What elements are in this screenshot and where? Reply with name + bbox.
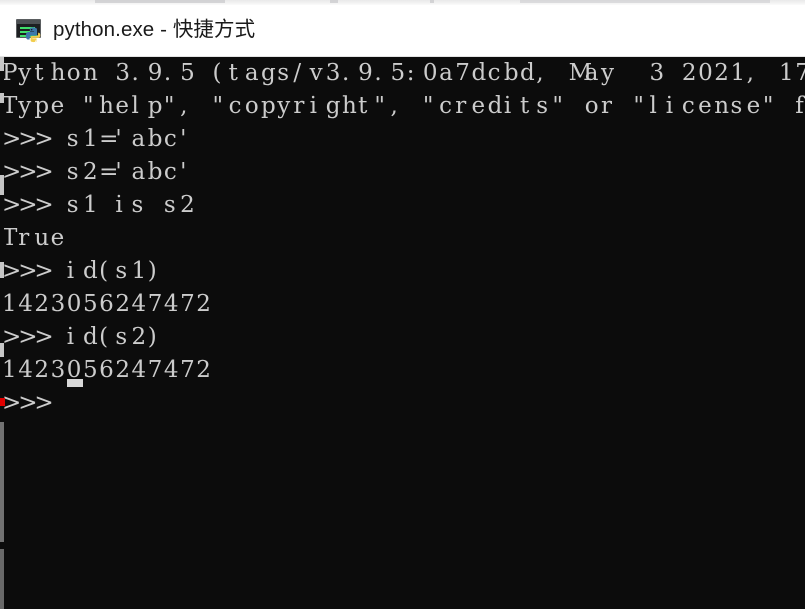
- window-title: python.exe - 快捷方式: [53, 18, 256, 42]
- terminal-line: 1423056247472: [2, 291, 211, 317]
- terminal-body[interactable]: Py t ho n 3. 9. 5 (t a gs / v 3. 9. 5: 0a 7dc bd, Ma y 3…: [0, 57, 805, 609]
- python-console-window: python.exe - 快捷方式 Py t ho n 3. 9. 5 (t a gs / v 3.…: [0, 0, 805, 609]
- terminal-line: Ty pe " he l p", " c o py r i ght ", " c r e di t s " or "…: [2, 93, 804, 119]
- terminal-line: >>>: [2, 390, 54, 416]
- python-logo-icon: [25, 26, 41, 42]
- terminal-line: >>> s 1=' a bc ': [2, 126, 187, 152]
- terminal-line: >>> i d(s 1): [2, 258, 157, 284]
- terminal-cursor: [66, 379, 83, 387]
- terminal-line: >>> i d(s 2): [2, 324, 157, 350]
- terminal-line: >>> s1 is s2: [2, 192, 195, 218]
- terminal-line: Tr ue: [2, 225, 65, 251]
- title-bar[interactable]: python.exe - 快捷方式: [0, 5, 805, 57]
- terminal-line: Py t ho n 3. 9. 5 (t a gs / v 3. 9. 5: 0a 7dc bd, Ma y 3…: [2, 60, 805, 86]
- terminal-line: 1423056247472: [2, 357, 211, 383]
- left-edge-scroll-strip[interactable]: [0, 57, 5, 609]
- terminal-output: Py t ho n 3. 9. 5 (t a gs / v 3. 9. 5: 0a 7dc bd, Ma y 3…: [2, 57, 805, 420]
- red-edge-marker: [0, 398, 5, 406]
- python-console-shortcut-icon: [14, 17, 44, 45]
- terminal-line: >>> s 2=' a bc ': [2, 159, 187, 185]
